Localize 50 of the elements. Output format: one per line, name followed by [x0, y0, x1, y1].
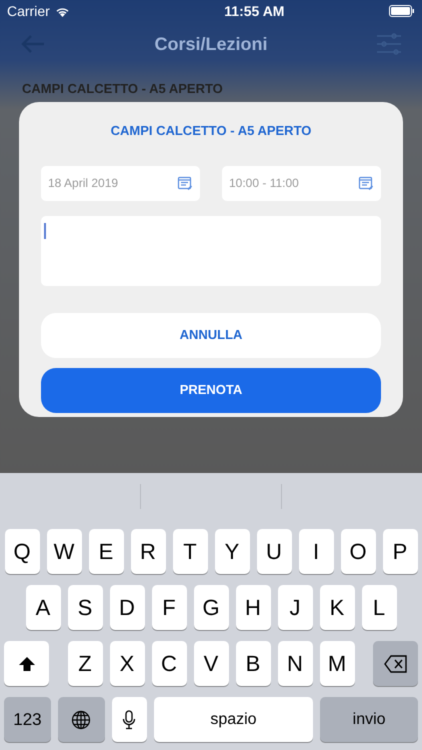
- keyboard-key[interactable]: U: [256, 529, 292, 574]
- keyboard-key[interactable]: E: [88, 529, 124, 574]
- return-key[interactable]: invio: [320, 697, 418, 742]
- backspace-icon: [384, 654, 408, 672]
- keyboard-key[interactable]: K: [320, 585, 354, 630]
- keyboard-key[interactable]: B: [236, 641, 270, 686]
- filter-sliders-icon[interactable]: [376, 33, 402, 55]
- keyboard-key[interactable]: C: [152, 641, 186, 686]
- keyboard-key[interactable]: R: [130, 529, 166, 574]
- keyboard-key[interactable]: X: [110, 641, 144, 686]
- dialog-title: CAMPI CALCETTO - A5 APERTO: [110, 122, 312, 140]
- cancel-button[interactable]: ANNULLA: [41, 312, 381, 358]
- keyboard-key[interactable]: Q: [4, 529, 40, 574]
- status-time: 11:55 AM: [224, 2, 284, 20]
- battery-icon: [389, 5, 415, 17]
- keyboard-key[interactable]: W: [46, 529, 82, 574]
- keyboard-key[interactable]: F: [152, 585, 186, 630]
- keyboard-key[interactable]: Y: [214, 529, 250, 574]
- keyboard-key[interactable]: T: [172, 529, 208, 574]
- keyboard-key[interactable]: G: [194, 585, 228, 630]
- keyboard-key[interactable]: O: [340, 529, 376, 574]
- keyboard-key[interactable]: I: [298, 529, 334, 574]
- microphone-key[interactable]: [112, 697, 147, 742]
- shift-key[interactable]: [4, 641, 49, 686]
- globe-key[interactable]: [58, 697, 105, 742]
- carrier-label: Carrier: [7, 2, 50, 20]
- keyboard-key[interactable]: N: [278, 641, 312, 686]
- wifi-icon: [54, 6, 70, 16]
- keyboard-key[interactable]: D: [110, 585, 144, 630]
- shift-icon: [18, 656, 36, 672]
- calendar-icon: [358, 175, 374, 191]
- calendar-icon: [177, 175, 193, 191]
- keyboard-key[interactable]: V: [194, 641, 228, 686]
- keyboard-key[interactable]: M: [320, 641, 354, 686]
- keyboard-key[interactable]: L: [362, 585, 396, 630]
- globe-icon: [71, 710, 92, 730]
- delete-key[interactable]: [373, 641, 418, 686]
- keyboard-key[interactable]: A: [26, 585, 60, 630]
- keyboard-key[interactable]: S: [68, 585, 102, 630]
- microphone-icon: [122, 710, 136, 730]
- book-button[interactable]: PRENOTA: [41, 368, 381, 412]
- keyboard-key[interactable]: J: [278, 585, 312, 630]
- keyboard-key[interactable]: P: [382, 529, 418, 574]
- nav-title: Corsi/Lezioni: [154, 32, 268, 56]
- section-title: CAMPI CALCETTO - A5 APERTO: [22, 82, 224, 96]
- keyboard-key[interactable]: Z: [68, 641, 102, 686]
- keyboard-key[interactable]: H: [236, 585, 270, 630]
- space-key[interactable]: spazio: [154, 697, 314, 742]
- notes-field[interactable]: [41, 216, 381, 286]
- numbers-key[interactable]: 123: [4, 697, 51, 742]
